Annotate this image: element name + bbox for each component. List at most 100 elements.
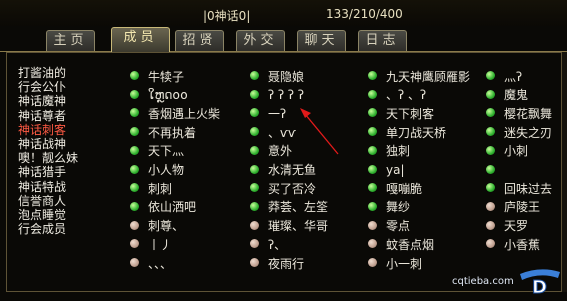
- online-status-icon: [250, 183, 259, 193]
- member-row[interactable]: 嘎嘣脆: [368, 179, 422, 197]
- member-name: 聂隐娘: [268, 69, 305, 84]
- member-row[interactable]: 牛犊子: [130, 67, 184, 85]
- member-row[interactable]: [486, 161, 504, 179]
- member-row[interactable]: 买了否冷: [250, 179, 316, 197]
- member-row[interactable]: 意外: [250, 142, 292, 160]
- offline-status-icon: [368, 220, 377, 230]
- rank-item[interactable]: 神话战神: [18, 137, 108, 151]
- online-status-icon: [368, 183, 377, 193]
- member-row[interactable]: 不再执着: [130, 123, 196, 141]
- member-row[interactable]: 小人物: [130, 161, 184, 179]
- member-row[interactable]: 莽荟、左筌: [250, 198, 328, 216]
- member-row[interactable]: 天下刺客: [368, 104, 434, 122]
- member-row[interactable]: 璀璨、华哥: [250, 217, 328, 235]
- member-row[interactable]: ʔ ʔ ʔ ʔ: [250, 86, 304, 104]
- tab-home[interactable]: 主页: [46, 30, 95, 51]
- member-row[interactable]: 零点: [368, 217, 410, 235]
- member-row[interactable]: 小刺: [486, 142, 528, 160]
- tab-log[interactable]: 日志: [358, 30, 407, 51]
- offline-status-icon: [368, 239, 377, 249]
- online-status-icon: [368, 89, 377, 99]
- member-row[interactable]: 、ѵѵ: [250, 123, 296, 141]
- rank-item[interactable]: 神话魔神: [18, 94, 108, 108]
- member-row[interactable]: 单刀战天桥: [368, 123, 446, 141]
- rank-item[interactable]: 信誉商人: [18, 194, 108, 208]
- panel-edge: [562, 52, 567, 292]
- member-row[interactable]: 庐陵王: [486, 198, 540, 216]
- tab-members[interactable]: 成员: [111, 27, 170, 52]
- member-row[interactable]: 天下灬: [130, 142, 184, 160]
- member-row[interactable]: 灬ʔ: [486, 67, 522, 85]
- member-name: 蚊香点烟: [386, 237, 435, 252]
- member-row[interactable]: 夜雨行: [250, 254, 304, 272]
- tab-recruit[interactable]: 招贤: [175, 30, 224, 51]
- online-status-icon: [368, 145, 377, 155]
- member-row[interactable]: 依山洒吧: [130, 198, 196, 216]
- rank-item[interactable]: 泡点睡觉: [18, 208, 108, 222]
- member-row[interactable]: 水清无鱼: [250, 161, 316, 179]
- tab-chat[interactable]: 聊天: [297, 30, 346, 51]
- member-row[interactable]: 独刺: [368, 142, 410, 160]
- member-name: 天下刺客: [386, 106, 435, 121]
- member-name: 舞纱: [386, 200, 411, 215]
- member-row[interactable]: 迷失之刃: [486, 123, 552, 141]
- member-row[interactable]: 天罗: [486, 217, 528, 235]
- online-status-icon: [130, 89, 139, 99]
- member-row[interactable]: 回味过去: [486, 179, 552, 197]
- member-name: 嘎嘣脆: [386, 181, 423, 196]
- online-status-icon: [486, 108, 495, 118]
- member-row[interactable]: 樱花飘舞: [486, 104, 552, 122]
- member-name: 莽荟、左筌: [268, 200, 329, 215]
- watermark-logo: D: [520, 269, 560, 296]
- member-name: 买了否冷: [268, 181, 317, 196]
- member-name: 刺尊、: [148, 219, 185, 234]
- rank-item[interactable]: 打酱油的: [18, 66, 108, 80]
- member-name: 独刺: [386, 144, 411, 159]
- tab-diplomacy[interactable]: 外交: [236, 30, 285, 51]
- member-row[interactable]: 小一刺: [368, 254, 422, 272]
- rank-item[interactable]: 神话刺客: [18, 123, 108, 137]
- member-row[interactable]: ໃຫຼດ໐໐: [130, 86, 188, 104]
- online-status-icon: [486, 89, 495, 99]
- member-count: 133/210/400: [326, 7, 403, 21]
- member-name: 小刺: [504, 144, 529, 159]
- member-row[interactable]: 聂隐娘: [250, 67, 304, 85]
- member-row[interactable]: 、、、: [130, 254, 172, 272]
- online-status-icon: [486, 145, 495, 155]
- member-row[interactable]: 香烟遇上火柴: [130, 104, 220, 122]
- member-row[interactable]: 丨丿: [130, 235, 172, 253]
- member-name: 夜雨行: [268, 256, 305, 271]
- rank-item[interactable]: 神话尊者: [18, 109, 108, 123]
- member-row[interactable]: ʔ、: [250, 235, 286, 253]
- member-name: 意外: [268, 144, 293, 159]
- member-name: 魔鬼: [504, 88, 529, 103]
- member-row[interactable]: 蚊香点烟: [368, 235, 434, 253]
- guild-title: |0神话0|: [203, 9, 251, 23]
- member-name: 回味过去: [504, 181, 553, 196]
- rank-item[interactable]: 噢！靓么妹: [18, 151, 108, 165]
- member-name: 九天神鹰顾雁影: [386, 69, 471, 84]
- member-row[interactable]: 刺刺: [130, 179, 172, 197]
- online-status-icon: [130, 201, 139, 211]
- svg-text:D: D: [532, 277, 547, 296]
- member-row[interactable]: 小香蕉: [486, 235, 540, 253]
- member-row[interactable]: 一ʔ: [250, 104, 286, 122]
- member-row[interactable]: 舞纱: [368, 198, 410, 216]
- member-row[interactable]: ya|: [368, 161, 405, 179]
- member-row[interactable]: 魔鬼: [486, 86, 528, 104]
- rank-item[interactable]: 神话特战: [18, 180, 108, 194]
- offline-status-icon: [250, 258, 259, 267]
- online-status-icon: [250, 71, 259, 80]
- guild-header: |0神话0| 133/210/400: [0, 0, 567, 26]
- online-status-icon: [130, 164, 139, 174]
- rank-item[interactable]: 行会成员: [18, 222, 108, 236]
- offline-status-icon: [130, 258, 139, 267]
- rank-item[interactable]: 行会公仆: [18, 80, 108, 94]
- member-row[interactable]: 、ʔ 、ʔ: [368, 86, 426, 104]
- offline-status-icon: [486, 239, 495, 249]
- rank-list: 打酱油的 行会公仆 神话魔神 神话尊者 神话刺客 神话战神 噢！靓么妹 神话猎手 神话特战 信誉商…: [18, 66, 108, 236]
- online-status-icon: [250, 108, 259, 118]
- member-row[interactable]: 刺尊、: [130, 217, 184, 235]
- rank-item[interactable]: 神话猎手: [18, 165, 108, 179]
- member-row[interactable]: 九天神鹰顾雁影: [368, 67, 470, 85]
